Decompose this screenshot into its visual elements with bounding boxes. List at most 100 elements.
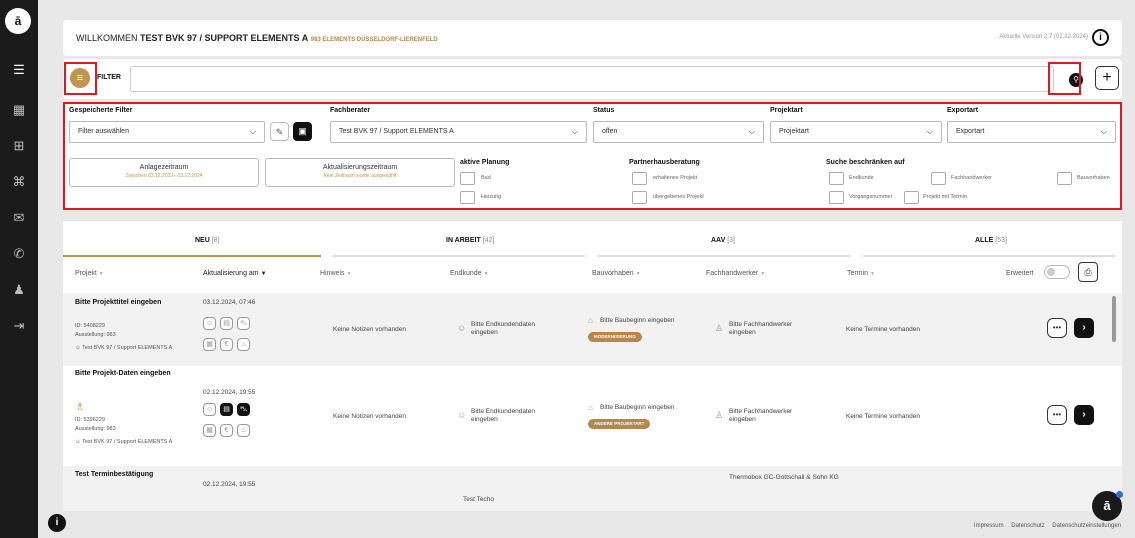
checkbox-fachhandwerker-label: Fachhandwerker [951, 175, 992, 181]
filter-label: FILTER [97, 74, 121, 81]
checkbox-projekt-mit-termin[interactable] [904, 191, 919, 204]
filter-funnel-icon: ▼ [346, 271, 352, 277]
column-aktualisierung[interactable]: Aktualisierung am ▼ [203, 270, 267, 277]
checkbox-transferred-project-label: übergebenes Projekt [653, 194, 704, 200]
column-fachhandwerker[interactable]: Fachhandwerker ▼ [706, 270, 765, 277]
project-title: Bitte Projekt-Daten eingeben [75, 370, 171, 377]
footer-datenschutz-link[interactable]: Datenschutz [1011, 523, 1044, 529]
project-id: ID: 5396229 [75, 417, 105, 423]
table-row[interactable]: Test Terminbestätigung 02.12.2024, 19:55… [63, 466, 1122, 511]
tab-neu-count: [8] [211, 237, 220, 244]
footer-impressum-link[interactable]: Impressum [974, 523, 1004, 529]
column-erweitert: Erweitert [1006, 270, 1034, 277]
checkbox-projekt-mit-termin-label: Projekt mit Termin [923, 194, 967, 200]
cart-icon[interactable]: ⛍ [237, 317, 250, 330]
tab-aav-count: [3] [727, 237, 736, 244]
checkbox-endkunde[interactable] [829, 172, 844, 185]
tab-alle[interactable]: ALLE [53] [975, 237, 1007, 244]
creation-period-button[interactable]: Anlagezeitraum Zwischen 03.12.2023 - 03.… [69, 158, 259, 187]
updated-date: 03.12.2024, 07:46 [203, 299, 256, 306]
tab-in-arbeit[interactable]: IN ARBEIT [42] [446, 237, 494, 244]
checkbox-transferred-project[interactable] [632, 191, 647, 204]
column-hinweis[interactable]: Hinweis ▼ [320, 270, 351, 277]
grid-icon[interactable]: ⊞ [9, 136, 29, 156]
tab-neu-underline [63, 255, 321, 257]
tab-aav[interactable]: AAV [3] [711, 237, 735, 244]
logout-icon[interactable]: ⇥ [9, 316, 29, 336]
chat-icon[interactable]: ✉ [9, 208, 29, 228]
erweitert-toggle[interactable] [1044, 265, 1070, 279]
footer: Impressum Datenschutz Datenschutzeinstel… [968, 523, 1121, 529]
checkbox-heizung[interactable] [460, 191, 475, 204]
checkbox-received-project[interactable] [632, 172, 647, 185]
brand-logo-icon[interactable]: ā [5, 8, 31, 34]
project-id: ID: 5408229 [75, 323, 105, 329]
calendar-icon[interactable]: ▦ [203, 424, 216, 437]
info-icon[interactable]: i [48, 514, 66, 532]
checkbox-bauvorhaben[interactable] [1057, 172, 1072, 185]
checkbox-endkunde-label: Endkunde [849, 175, 874, 181]
person-icon[interactable]: ☺ [203, 403, 216, 416]
euro-icon[interactable]: € [220, 338, 233, 351]
checkbox-vorgangsnummer[interactable] [829, 191, 844, 204]
column-termin-label: Termin [847, 270, 869, 277]
project-title: Test Terminbestätigung [75, 471, 154, 478]
creation-period-range: Zwischen 03.12.2023 - 03.12.2024 [125, 173, 203, 179]
welcome-user: TEST BVK 97 / SUPPORT ELEMENTS A [140, 33, 309, 43]
table-row[interactable]: Bitte Projekttitel eingeben ID: 5408229 … [63, 293, 1122, 366]
projektart-select[interactable]: Projektart ⌵ [770, 121, 942, 143]
column-termin[interactable]: Termin ▼ [847, 270, 875, 277]
exportart-select[interactable]: Exportart ⌵ [947, 121, 1116, 143]
open-project-button[interactable]: › [1074, 405, 1094, 425]
edit-filter-icon[interactable]: ✎ [270, 122, 289, 141]
bath-icon[interactable]: ♨ [237, 338, 250, 351]
planning-title: aktive Planung [460, 159, 510, 166]
calendar-icon[interactable]: ▦ [203, 338, 216, 351]
list-icon[interactable]: ☰ [9, 60, 29, 80]
update-period-button[interactable]: Aktualisierungszeitraum Kein Zeitraum wu… [265, 158, 455, 187]
more-options-button[interactable]: ••• [1047, 405, 1067, 425]
users-icon[interactable]: ♟ [9, 280, 29, 300]
status-select[interactable]: offen ⌵ [593, 121, 764, 143]
notification-dot [1116, 491, 1123, 498]
document-icon[interactable]: ▤ [220, 317, 233, 330]
column-endkunde[interactable]: Endkunde ▼ [450, 270, 488, 277]
advisor-select[interactable]: Test BVK 97 / Support ELEMENTS A ⌵ [330, 121, 587, 143]
cart-icon[interactable]: ⛍ [237, 403, 250, 416]
saved-filter-select[interactable]: Filter auswählen ⌵ [69, 121, 265, 143]
document-icon[interactable]: ▤ [220, 403, 233, 416]
column-projekt-label: Projekt [75, 270, 97, 277]
open-project-button[interactable]: › [1074, 318, 1094, 338]
scrollbar[interactable] [1112, 296, 1116, 342]
filter-panel: Gespeicherte Filter Filter auswählen ⌵ ✎… [63, 102, 1122, 210]
welcome-prefix: WILLKOMMEN [76, 33, 138, 43]
column-bauvorhaben[interactable]: Bauvorhaben ▼ [592, 270, 641, 277]
bath-icon[interactable]: ♨ [237, 424, 250, 437]
search-input[interactable] [130, 66, 1054, 92]
checkbox-fachhandwerker[interactable] [931, 172, 946, 185]
checkbox-bauvorhaben-label: Bauvorhaben [1077, 175, 1110, 181]
mail-icon[interactable]: ✆ [9, 244, 29, 264]
sort-desc-icon: ▼ [260, 271, 267, 277]
column-bauvorhaben-label: Bauvorhaben [592, 270, 634, 277]
print-icon[interactable]: ⎙ [1078, 262, 1098, 282]
checkbox-bad[interactable] [460, 172, 475, 185]
network-icon[interactable]: ⌘ [9, 172, 29, 192]
calendar-icon[interactable]: ▦ [9, 100, 29, 120]
table-row[interactable]: Bitte Projekt-Daten eingeben ♗ ID: 53962… [63, 366, 1122, 466]
customer-text: Bitte Endkundendaten eingeben [471, 321, 535, 336]
person-icon[interactable]: ☺ [203, 317, 216, 330]
project-type-badge: MODERNISIERUNG [588, 332, 642, 342]
euro-icon[interactable]: € [220, 424, 233, 437]
project-type-badge: ANDERE PROJEKTART [588, 419, 651, 429]
more-options-button[interactable]: ••• [1047, 318, 1067, 338]
chevron-down-icon: ⌵ [1100, 127, 1107, 136]
project-exhibition: Ausstellung: 983 [75, 426, 116, 432]
save-filter-icon[interactable]: ▣ [293, 122, 312, 141]
update-period-label: Aktualisierungszeitraum [322, 164, 398, 171]
info-icon[interactable]: i [1092, 29, 1109, 46]
footer-einstellungen-link[interactable]: Datenschutzeinstellungen [1052, 523, 1121, 529]
add-project-button[interactable]: + [1095, 66, 1119, 90]
column-projekt[interactable]: Projekt ▼ [75, 270, 104, 277]
tab-neu[interactable]: NEU [8] [195, 237, 220, 244]
